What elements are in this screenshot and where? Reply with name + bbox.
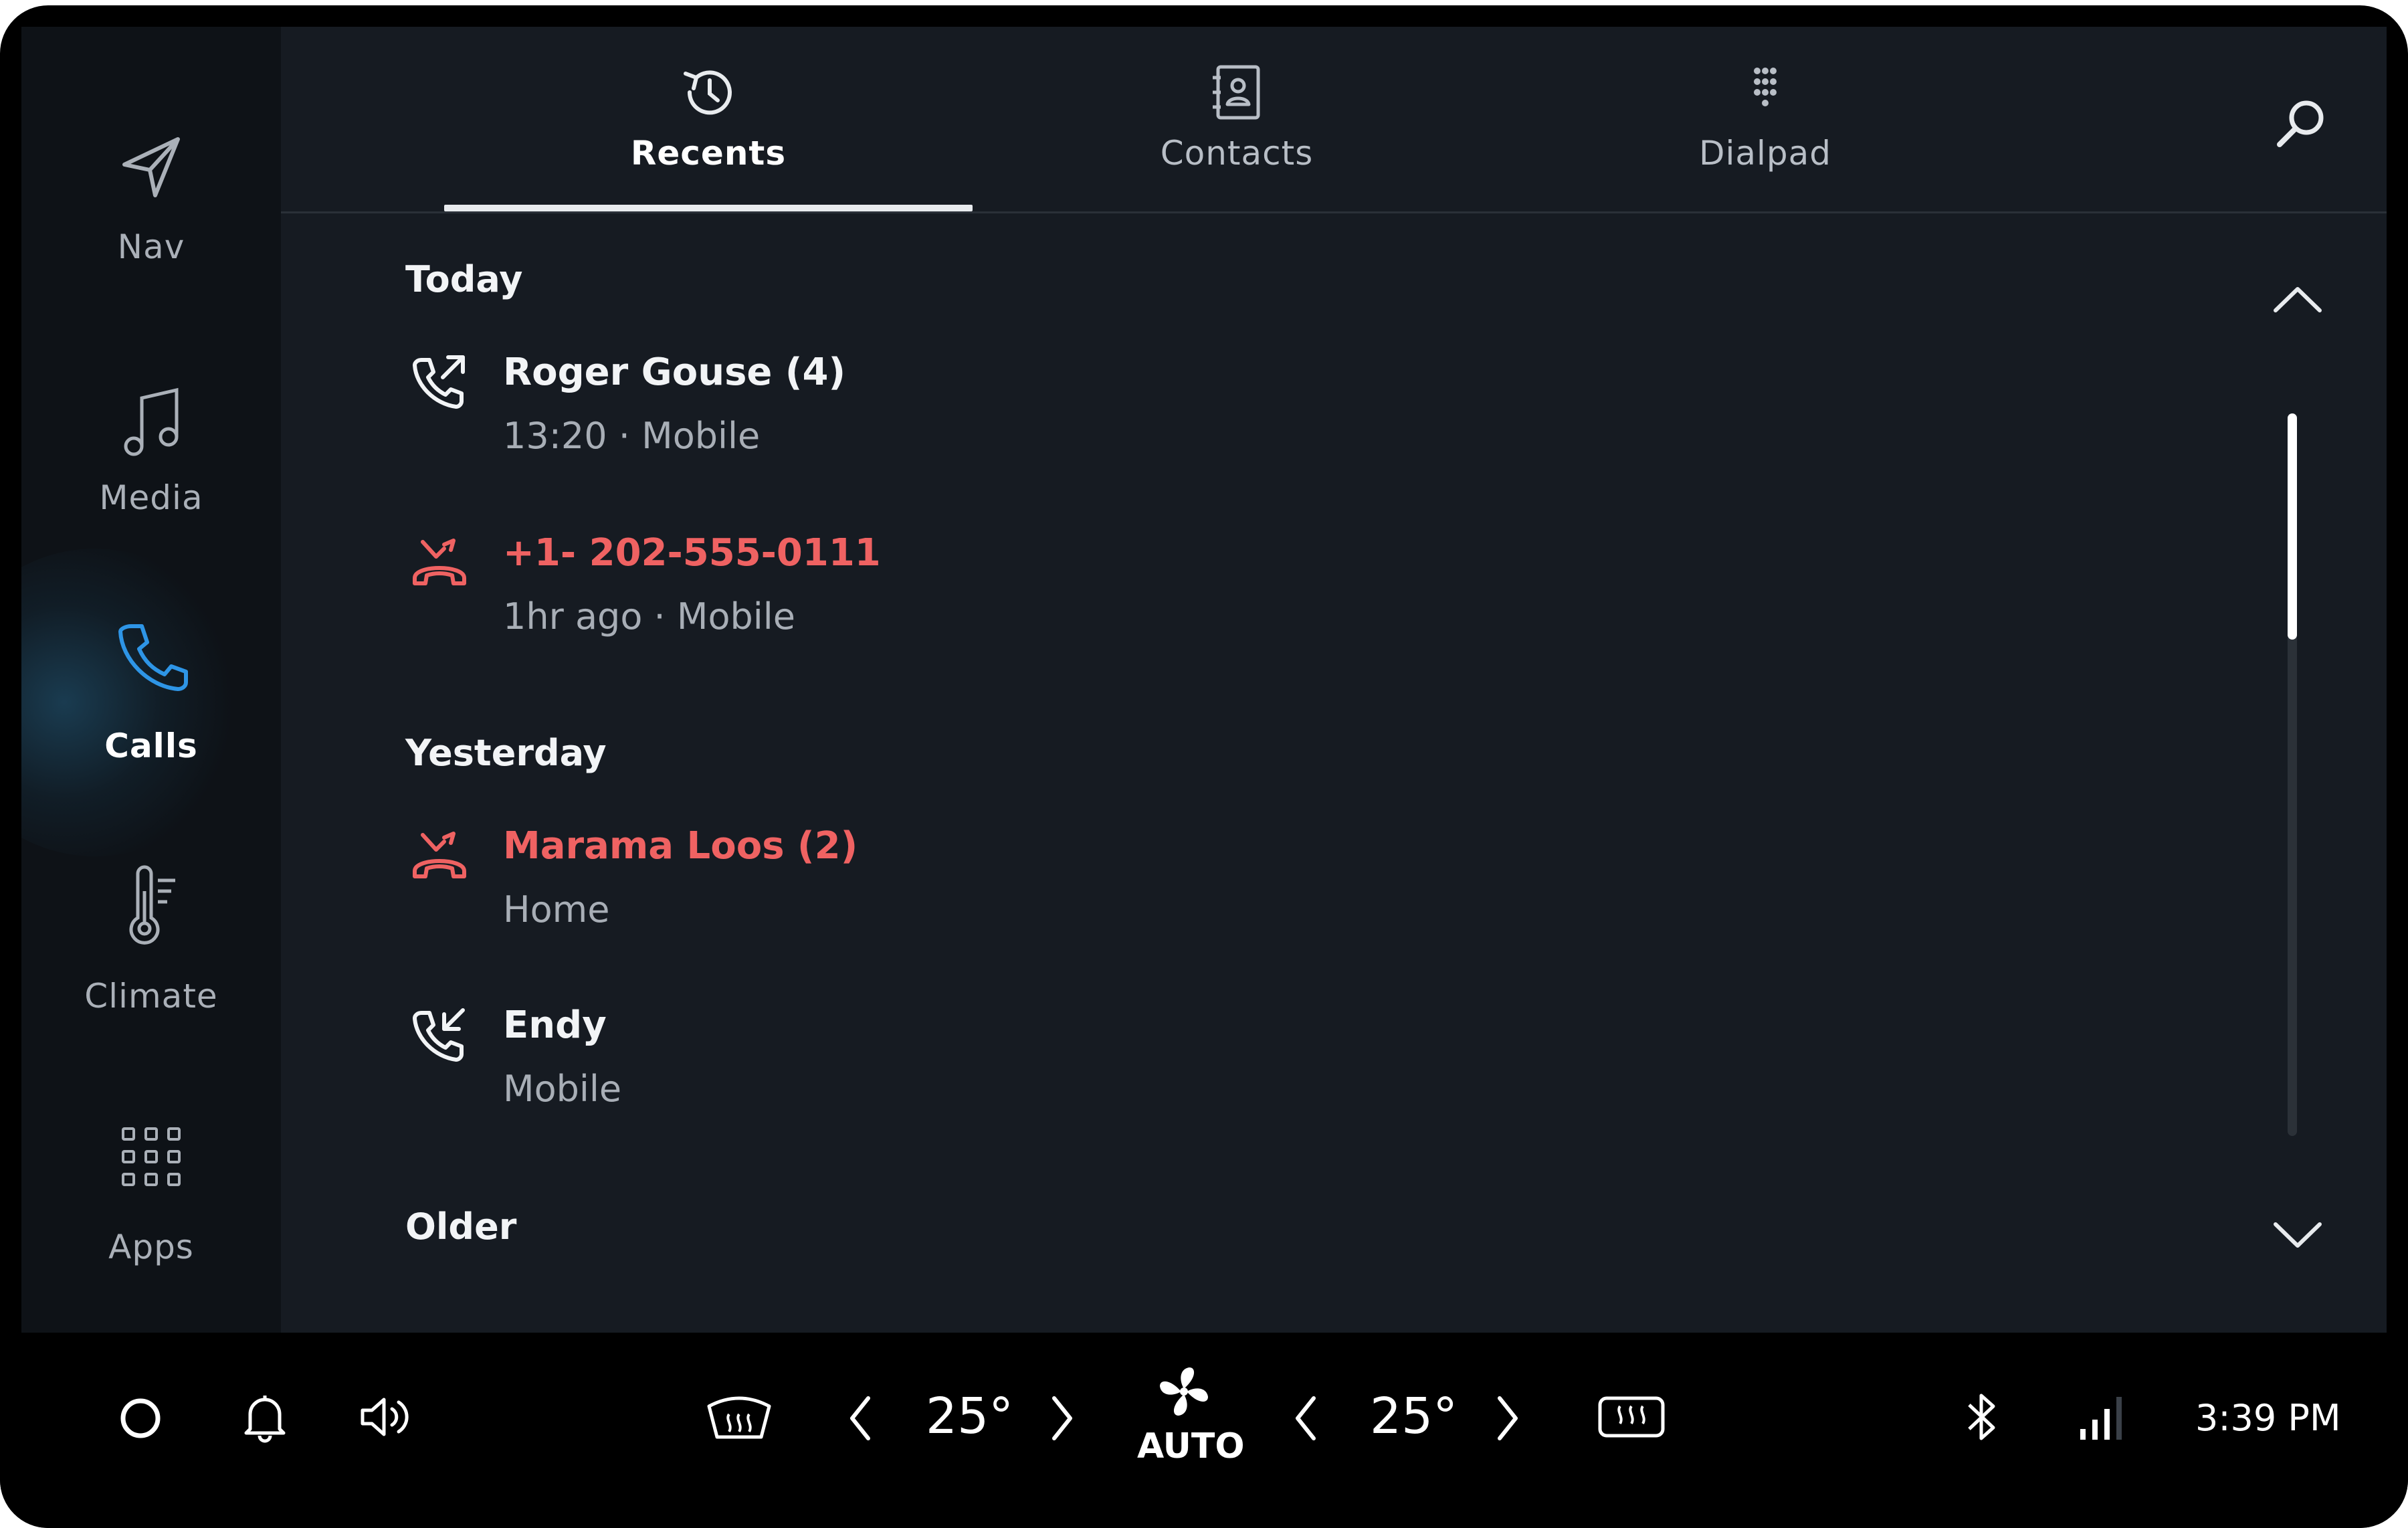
missed-call-icon [409, 824, 470, 884]
rear-defrost-icon [1595, 1396, 1668, 1445]
music-note-icon [111, 378, 191, 468]
sidebar-item-label: Apps [108, 1228, 194, 1266]
left-temp-decrease-button[interactable] [844, 1392, 878, 1448]
thermometer-icon [111, 864, 191, 954]
caller-name: Marama Loos (2) [503, 824, 858, 868]
incoming-call-icon [409, 1004, 470, 1064]
home-circle-icon [115, 1398, 166, 1446]
section-header-today: Today [405, 258, 523, 300]
sidebar-item-label: Media [99, 478, 203, 517]
chevron-right-icon [1490, 1396, 1524, 1448]
section-header-older: Older [405, 1206, 517, 1248]
signal-strength-icon [2076, 1397, 2132, 1446]
right-temp-increase-button[interactable] [1490, 1392, 1524, 1448]
apps-grid-icon [118, 1123, 185, 1193]
bell-icon [239, 1396, 290, 1446]
scrollbar-thumb[interactable] [2288, 413, 2297, 640]
call-detail: Home [503, 888, 610, 931]
fan-mode-label: AUTO [1137, 1426, 1245, 1466]
fan-icon [1152, 1367, 1216, 1426]
call-detail: Mobile [503, 1068, 622, 1110]
search-button[interactable] [2266, 91, 2333, 158]
sidebar-item-label: Climate [84, 977, 218, 1016]
infotainment-device: Nav Media Calls Climate Apps Recents Con… [0, 5, 2408, 1528]
tab-recents[interactable]: Recents [444, 27, 973, 211]
call-detail: 13:20 · Mobile [503, 415, 761, 457]
caller-name: Endy [503, 1004, 607, 1047]
sidebar-item-label: Calls [104, 727, 198, 765]
signal-status [2076, 1390, 2132, 1446]
call-log-entry[interactable]: Roger Gouse (4) 13:20 · Mobile [405, 351, 1409, 484]
bluetooth-status[interactable] [1959, 1389, 2005, 1448]
section-header-yesterday: Yesterday [405, 732, 607, 774]
caller-name: Roger Gouse (4) [503, 351, 846, 394]
call-detail: 1hr ago · Mobile [503, 595, 795, 638]
call-log-entry[interactable]: Endy Mobile [405, 1004, 1409, 1137]
tab-contacts[interactable]: Contacts [973, 27, 1501, 211]
left-temperature: 25° [926, 1388, 1014, 1445]
phone-icon [111, 614, 191, 697]
navigation-arrow-icon [111, 127, 191, 210]
call-log-entry[interactable]: +1- 202-555-0111 1hr ago · Mobile [405, 531, 1409, 665]
dialpad-icon [1733, 60, 1797, 127]
history-icon [676, 60, 740, 127]
sidebar-item-nav[interactable]: Nav [21, 107, 281, 308]
active-tab-indicator [444, 205, 973, 211]
right-temperature: 25° [1370, 1388, 1458, 1445]
tab-label: Dialpad [1698, 134, 1832, 173]
sidebar-item-media[interactable]: Media [21, 358, 281, 559]
chevron-left-icon [1290, 1396, 1323, 1448]
front-defrost-icon [702, 1396, 776, 1446]
front-defrost-button[interactable] [702, 1390, 776, 1446]
chevron-right-icon [1045, 1396, 1078, 1448]
notifications-button[interactable] [239, 1390, 290, 1446]
fan-button[interactable] [1152, 1359, 1216, 1426]
bluetooth-icon [1959, 1394, 2005, 1448]
tab-bar: Recents Contacts Dialpad [281, 27, 2387, 213]
sidebar-item-label: Nav [117, 227, 185, 266]
volume-button[interactable] [357, 1392, 417, 1445]
outgoing-call-icon [409, 351, 470, 411]
clock: 3:39 PM [2195, 1397, 2341, 1439]
missed-call-icon [409, 531, 470, 591]
scroll-down-button[interactable] [2268, 1215, 2328, 1255]
chevron-left-icon [844, 1396, 878, 1448]
call-log-entry[interactable]: Marama Loos (2) Home [405, 824, 1409, 958]
system-bar: 25° AUTO 25° 3:39 PM [0, 1333, 2408, 1528]
home-button[interactable] [115, 1393, 166, 1446]
chevron-up-icon [2268, 287, 2328, 322]
tab-dialpad[interactable]: Dialpad [1501, 27, 2029, 211]
right-temp-decrease-button[interactable] [1290, 1392, 1323, 1448]
sidebar-item-apps[interactable]: Apps [21, 1107, 281, 1308]
volume-icon [357, 1398, 417, 1445]
sidebar-item-calls[interactable]: Calls [21, 606, 281, 807]
tab-label: Recents [630, 134, 787, 173]
search-icon [2266, 100, 2333, 161]
sidebar-item-climate[interactable]: Climate [21, 856, 281, 1057]
chevron-down-icon [2268, 1222, 2328, 1258]
tab-label: Contacts [1160, 134, 1314, 173]
rear-defrost-button[interactable] [1595, 1392, 1668, 1445]
sidebar: Nav Media Calls Climate Apps [21, 27, 281, 1333]
main-screen: Nav Media Calls Climate Apps Recents Con… [21, 27, 2387, 1333]
scroll-up-button[interactable] [2268, 280, 2328, 320]
caller-name: +1- 202-555-0111 [503, 531, 881, 575]
left-temp-increase-button[interactable] [1045, 1392, 1078, 1448]
contacts-book-icon [1205, 60, 1269, 127]
